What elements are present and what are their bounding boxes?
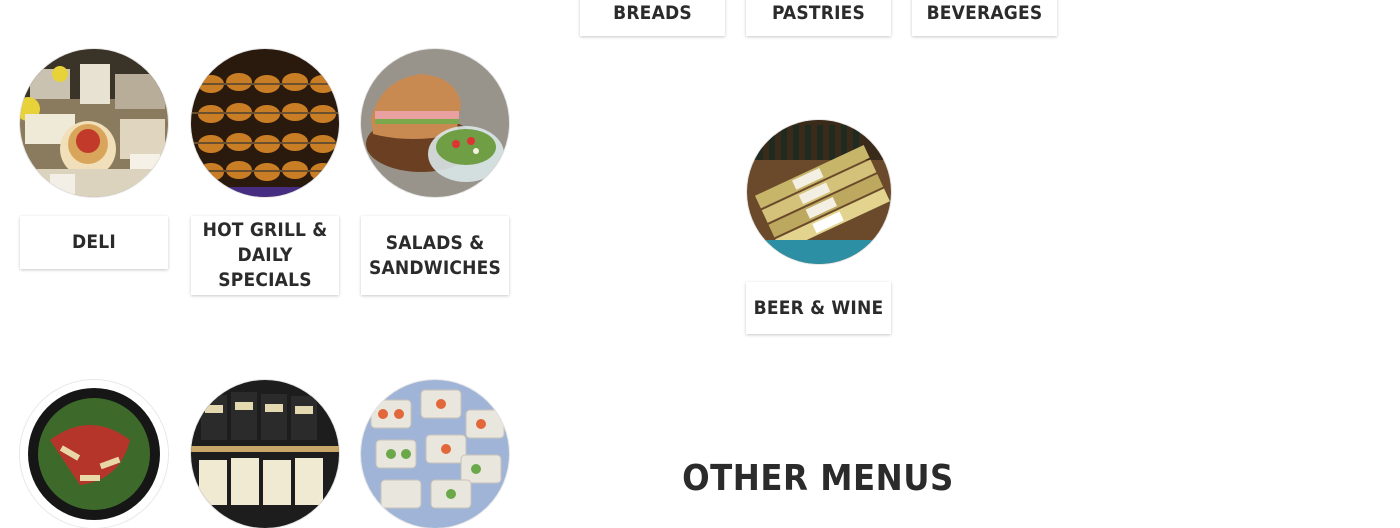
sandwich-image	[361, 49, 509, 197]
chips-photo[interactable]	[191, 380, 339, 528]
category-label: PASTRIES	[771, 1, 866, 24]
category-card-pastries[interactable]: PASTRIES	[746, 0, 891, 36]
category-label: BREADS	[613, 1, 692, 24]
other-menus-heading: OTHER MENUS	[682, 458, 954, 499]
category-label: BEVERAGES	[926, 1, 1043, 24]
pasta-photo[interactable]	[20, 380, 168, 528]
category-card-breads[interactable]: BREADS	[580, 0, 725, 36]
sushi-photo[interactable]	[361, 380, 509, 528]
category-card-beer-wine[interactable]: BEER & WINE	[746, 282, 891, 334]
deli-photo[interactable]	[20, 49, 168, 197]
sandwich-salad-photo[interactable]	[361, 49, 509, 197]
wine-bottles-photo[interactable]	[747, 120, 891, 264]
category-card-beverages[interactable]: BEVERAGES	[912, 0, 1057, 36]
sushi-image	[361, 380, 509, 528]
category-card-deli[interactable]: DELI	[20, 216, 168, 269]
pasta-image	[20, 380, 168, 528]
category-label: BEER & WINE	[753, 296, 884, 319]
rotisserie-chicken-photo[interactable]	[191, 49, 339, 197]
wine-image	[747, 120, 891, 264]
chips-image	[191, 380, 339, 528]
deli-image	[20, 49, 168, 197]
category-card-salads-sandwiches[interactable]: SALADS & SANDWICHES	[361, 216, 509, 295]
category-label: DELI	[72, 231, 116, 253]
rotisserie-image	[191, 49, 339, 197]
category-label: SALADS & SANDWICHES	[368, 231, 502, 279]
category-card-hot-grill[interactable]: HOT GRILL & DAILY SPECIALS	[191, 216, 339, 295]
category-label: HOT GRILL & DAILY SPECIALS	[202, 219, 328, 291]
